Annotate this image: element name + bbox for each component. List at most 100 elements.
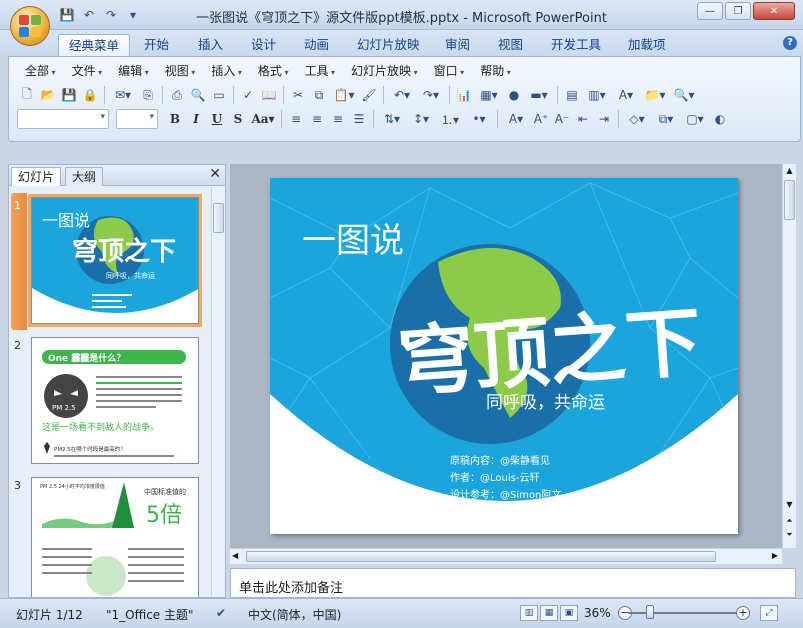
current-slide[interactable]: 一图说 穹顶之下 同呼吸，共命运 原稿内容：@柴静看见 作者：@Louis-云轩… [270, 178, 738, 534]
tab-slideshow[interactable]: 幻灯片放映 [347, 34, 430, 56]
print-icon[interactable]: ⎙ [167, 85, 187, 105]
align-center-icon[interactable]: ≡ [307, 109, 327, 129]
zoom-level[interactable]: 36% [584, 606, 611, 620]
email-icon[interactable]: ✉▾ [109, 85, 137, 105]
slide-sorter-icon[interactable]: ▦ [540, 605, 558, 621]
change-case-icon[interactable]: Aa▾ [249, 109, 277, 129]
tab-slides[interactable]: 幻灯片 [11, 167, 62, 186]
decrease-indent-icon[interactable]: ⇤ [573, 109, 593, 129]
scrollbar-thumb[interactable] [246, 551, 716, 562]
arrange-icon[interactable]: ⧉▾ [652, 109, 680, 129]
permission-icon[interactable]: 🔒 [80, 85, 100, 105]
slide-thumbnail-2[interactable]: One 霾霾是什么？ PM 2.5 这是一场看不到敌人的战争。 PM2.5在哪个… [31, 337, 199, 464]
spelling-icon[interactable]: ✓ [238, 85, 258, 105]
shrink-font-icon[interactable]: A⁻ [552, 109, 572, 129]
tab-addins[interactable]: 加载项 [618, 34, 676, 56]
menu-view[interactable]: 视图 [157, 61, 204, 81]
tab-design[interactable]: 设计 [241, 34, 286, 56]
bullets-icon[interactable]: •▾ [465, 109, 493, 129]
office-button[interactable] [10, 6, 50, 46]
table-icon[interactable]: ▦▾ [475, 85, 503, 105]
tab-animation[interactable]: 动画 [294, 34, 339, 56]
undo-icon[interactable]: ↶▾ [388, 85, 416, 105]
grow-font-icon[interactable]: A⁺ [531, 109, 551, 129]
notes-pane[interactable]: 单击此处添加备注 [230, 568, 796, 598]
print-preview-icon[interactable]: 🔍 [188, 85, 208, 105]
menu-slideshow[interactable]: 幻灯片放映 [343, 61, 426, 81]
menu-format[interactable]: 格式 [250, 61, 297, 81]
page-setup-icon[interactable]: ▭ [209, 85, 229, 105]
spelling-check-icon[interactable]: ✔ [216, 606, 226, 620]
tab-home[interactable]: 开始 [134, 34, 179, 56]
fill-color-icon[interactable]: ▬▾ [525, 85, 553, 105]
close-icon[interactable]: ✕ [209, 166, 221, 182]
thumbnails-scrollbar[interactable] [211, 187, 225, 597]
zoom-in-icon[interactable]: + [736, 606, 750, 620]
cut-icon[interactable]: ✂ [288, 85, 308, 105]
save-icon[interactable]: 💾 [59, 85, 79, 105]
align-right-icon[interactable]: ≡ [328, 109, 348, 129]
next-slide-icon[interactable]: ⏷ [784, 530, 795, 540]
layout-icon[interactable]: ▥▾ [583, 85, 611, 105]
menu-all[interactable]: 全部 [17, 61, 64, 81]
close-button[interactable]: ✕ [753, 2, 795, 20]
menu-insert[interactable]: 插入 [203, 61, 250, 81]
scroll-down-icon[interactable]: ▼ [784, 500, 795, 509]
shapes-icon[interactable]: ◇▾ [623, 109, 651, 129]
zoom-search-icon[interactable]: 🔍▾ [670, 85, 698, 105]
scrollbar-thumb[interactable] [213, 203, 224, 233]
minimize-button[interactable]: — [697, 2, 723, 20]
numbering-icon[interactable]: ⒈▾ [436, 109, 464, 129]
align-left-icon[interactable]: ≡ [286, 109, 306, 129]
justify-icon[interactable]: ☰ [349, 109, 369, 129]
scroll-left-icon[interactable]: ◀ [232, 551, 238, 560]
tab-classic-menu[interactable]: 经典菜单 [58, 34, 131, 56]
tab-review[interactable]: 审阅 [435, 34, 480, 56]
publish-icon[interactable]: ⎘ [138, 85, 158, 105]
new-slide-icon[interactable]: ▤ [562, 85, 582, 105]
bold-icon[interactable]: B [165, 109, 185, 129]
normal-view-icon[interactable]: ▥ [520, 605, 538, 621]
menu-file[interactable]: 文件 [64, 61, 111, 81]
font-size-combo[interactable] [116, 109, 158, 129]
help-icon[interactable]: ? [783, 36, 797, 50]
font-color-icon[interactable]: A▾ [502, 109, 530, 129]
previous-slide-icon[interactable]: ⏶ [784, 516, 795, 526]
textbox-icon[interactable]: A▾ [612, 85, 640, 105]
italic-icon[interactable]: I [186, 109, 206, 129]
tab-insert[interactable]: 插入 [188, 34, 233, 56]
slide-thumbnail-1[interactable]: 一图说 穹顶之下 同呼吸，共命运 [28, 194, 202, 327]
line-spacing-icon[interactable]: ↕▾ [407, 109, 435, 129]
increase-indent-icon[interactable]: ⇥ [594, 109, 614, 129]
menu-window[interactable]: 窗口 [426, 61, 473, 81]
menu-edit[interactable]: 编辑 [110, 61, 157, 81]
slide-thumbnail-3[interactable]: PM 2.5 24小时平均浓度限值 中国标准值的 5倍 [31, 477, 199, 597]
fit-to-window-icon[interactable]: ⤢ [760, 605, 778, 621]
font-combo[interactable] [17, 109, 109, 129]
copy-icon[interactable]: ⧉ [309, 85, 329, 105]
folder-icon[interactable]: 📁▾ [641, 85, 669, 105]
canvas-vertical-scrollbar[interactable]: ▲ ▼ ⏶ ⏷ [782, 164, 796, 548]
clipart-icon[interactable]: ● [504, 85, 524, 105]
shape-effects-icon[interactable]: ◐ [710, 109, 730, 129]
open-icon[interactable]: 📂 [38, 85, 58, 105]
scroll-right-icon[interactable]: ▶ [772, 551, 778, 560]
underline-icon[interactable]: U [207, 109, 227, 129]
quick-styles-icon[interactable]: ▢▾ [681, 109, 709, 129]
slideshow-view-icon[interactable]: ▣ [560, 605, 578, 621]
canvas-horizontal-scrollbar[interactable]: ◀ ▶ [230, 548, 782, 564]
new-icon[interactable]: 🗋 [17, 85, 37, 105]
format-painter-icon[interactable]: 🖌 [359, 85, 379, 105]
menu-tools[interactable]: 工具 [296, 61, 343, 81]
research-icon[interactable]: 📖 [259, 85, 279, 105]
language-indicator[interactable]: 中文(简体，中国) [248, 606, 341, 623]
restore-button[interactable]: ❐ [725, 2, 751, 20]
shadow-icon[interactable]: S [228, 109, 248, 129]
zoom-slider-thumb[interactable] [646, 605, 654, 619]
chart-icon[interactable]: 📊 [454, 85, 474, 105]
scrollbar-thumb[interactable] [784, 180, 795, 220]
redo-icon[interactable]: ↷▾ [417, 85, 445, 105]
tab-outline[interactable]: 大纲 [65, 167, 104, 186]
scroll-up-icon[interactable]: ▲ [784, 166, 795, 178]
zoom-slider[interactable] [628, 612, 736, 614]
